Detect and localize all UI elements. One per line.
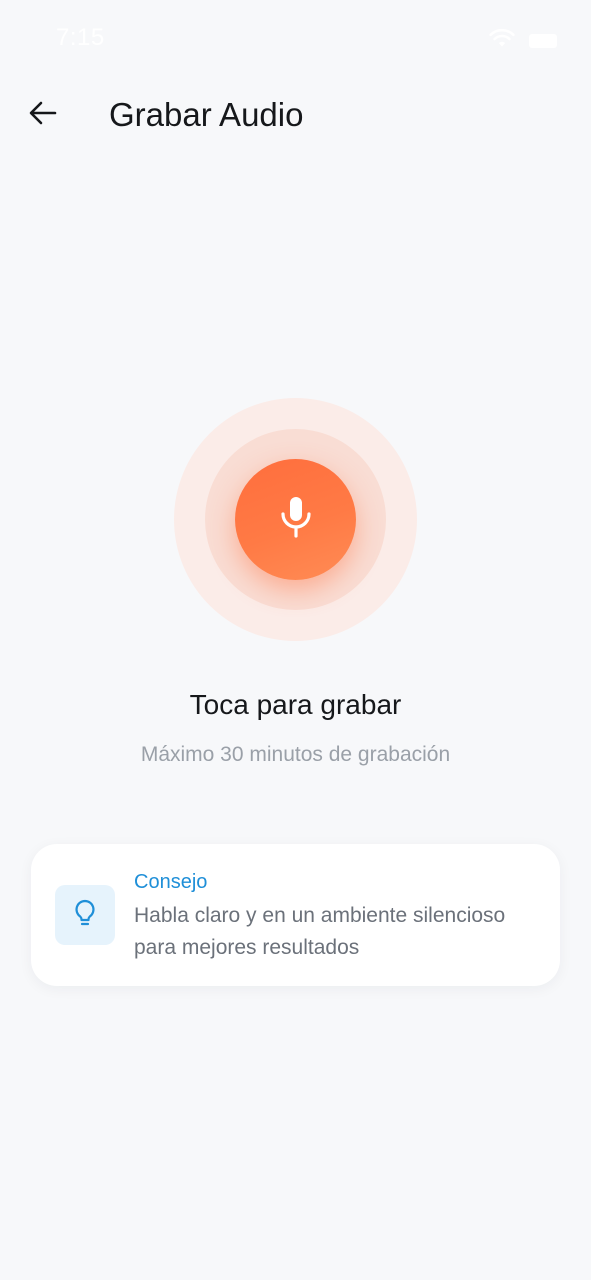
page-title: Grabar Audio <box>109 96 304 133</box>
status-time: 7:15 <box>56 24 105 51</box>
back-button[interactable] <box>22 94 64 136</box>
arrow-left-icon <box>29 101 57 130</box>
tip-card: Consejo Habla claro y en un ambiente sil… <box>31 844 560 986</box>
tip-icon-box <box>55 885 115 945</box>
record-subtitle: Máximo 30 minutos de grabación <box>140 743 451 766</box>
status-bar: 7:15 <box>0 0 591 76</box>
battery-icon <box>529 33 557 48</box>
microphone-icon <box>278 495 314 544</box>
tip-title: Consejo <box>134 871 208 893</box>
header: Grabar Audio <box>0 80 591 150</box>
tip-text: Habla claro y en un ambiente silencioso … <box>134 904 506 959</box>
record-button[interactable] <box>235 459 356 580</box>
status-icons <box>489 28 557 53</box>
lightbulb-icon <box>73 899 97 932</box>
record-title: Toca para grabar <box>189 689 402 720</box>
wifi-icon <box>489 28 515 53</box>
